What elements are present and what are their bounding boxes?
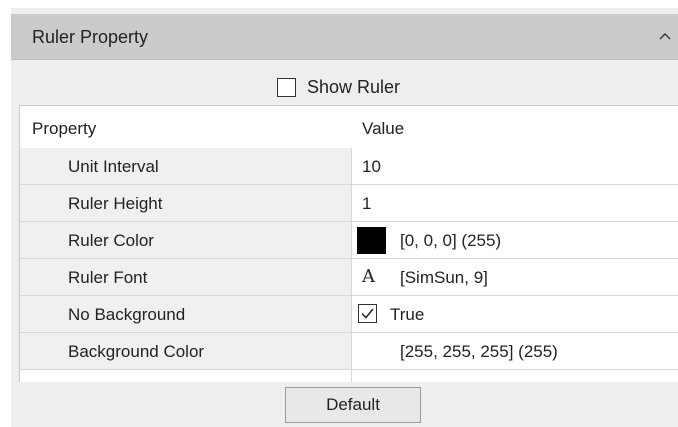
- font-icon: A: [362, 266, 375, 287]
- color-swatch[interactable]: [357, 227, 386, 254]
- property-name: Ruler Font: [68, 268, 148, 287]
- property-value: [SimSun, 9]: [400, 268, 488, 287]
- property-value-cell[interactable]: True: [352, 296, 678, 332]
- grid-header: Property Value: [20, 106, 678, 148]
- property-value-cell[interactable]: 10: [352, 148, 678, 184]
- panel-title: Ruler Property: [32, 27, 149, 47]
- property-value-cell[interactable]: 1: [352, 185, 678, 221]
- property-value[interactable]: 10: [362, 157, 381, 177]
- column-header-value: Value: [362, 119, 405, 138]
- property-value-cell[interactable]: [255, 255, 255] (255): [352, 333, 678, 369]
- property-name: Background Color: [68, 342, 205, 361]
- property-value-cell[interactable]: A [SimSun, 9]: [352, 259, 678, 295]
- property-row-ruler-color[interactable]: Ruler Color [0, 0, 0] (255): [20, 222, 678, 259]
- property-name: No Background: [68, 305, 186, 324]
- property-grid: Property Value Unit Interval 10 Ruler He…: [19, 105, 678, 383]
- default-button[interactable]: Default: [285, 387, 421, 423]
- checkbox-unchecked-icon[interactable]: [277, 77, 296, 97]
- property-row-no-background[interactable]: No Background True: [20, 296, 678, 333]
- property-value[interactable]: 1: [362, 194, 371, 214]
- property-name: Ruler Color: [68, 231, 154, 250]
- show-ruler-label: Show Ruler: [307, 76, 401, 97]
- property-value: [0, 0, 0] (255): [400, 231, 502, 250]
- checkbox-checked-icon[interactable]: [358, 304, 377, 323]
- column-header-property: Property: [32, 119, 97, 138]
- color-swatch[interactable]: [357, 338, 386, 365]
- property-value-cell[interactable]: [0, 0, 0] (255): [352, 222, 678, 258]
- property-value: [255, 255, 255] (255): [400, 342, 558, 361]
- property-value: True: [390, 305, 425, 324]
- property-name: Unit Interval: [68, 157, 159, 176]
- panel-header[interactable]: Ruler Property: [11, 14, 678, 60]
- chevron-up-icon[interactable]: [656, 28, 674, 46]
- show-ruler-checkbox[interactable]: Show Ruler: [277, 74, 400, 100]
- property-row-unit-interval[interactable]: Unit Interval 10: [20, 148, 678, 185]
- property-row-background-color[interactable]: Background Color [255, 255, 255] (255): [20, 333, 678, 370]
- property-row-ruler-height[interactable]: Ruler Height 1: [20, 185, 678, 222]
- property-row-ruler-font[interactable]: Ruler Font A [SimSun, 9]: [20, 259, 678, 296]
- property-name: Ruler Height: [68, 194, 163, 213]
- ruler-property-panel: Ruler Property Show Ruler Property Value…: [11, 8, 678, 427]
